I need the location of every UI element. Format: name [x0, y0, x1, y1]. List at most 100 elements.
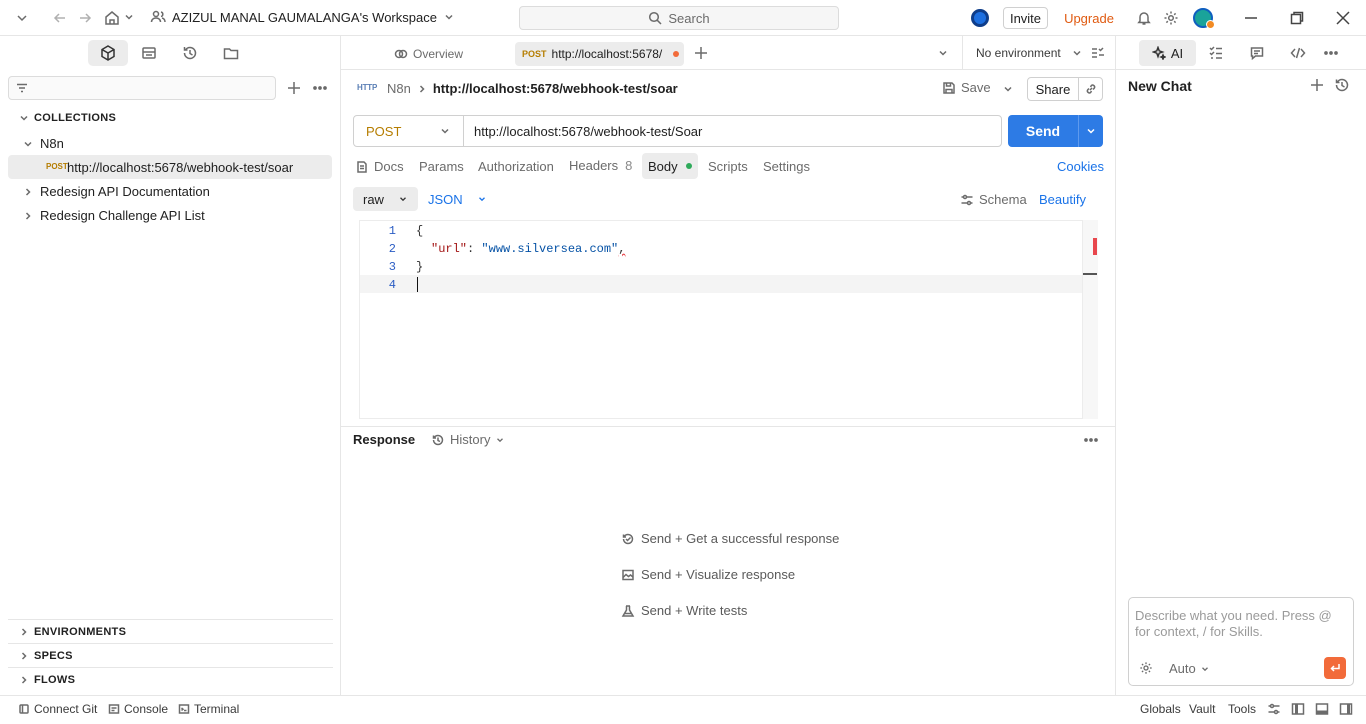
- globals-button[interactable]: Globals: [1140, 702, 1181, 716]
- beautify-button[interactable]: Beautify: [1039, 192, 1086, 207]
- tab-body[interactable]: Body: [642, 153, 698, 179]
- home-icon[interactable]: [103, 9, 121, 27]
- ai-tab[interactable]: AI: [1139, 40, 1196, 66]
- gear-icon[interactable]: [1139, 661, 1153, 675]
- collections-cube-icon[interactable]: [99, 44, 117, 62]
- share-button[interactable]: Share: [1028, 82, 1078, 97]
- tab-docs[interactable]: Docs: [355, 159, 404, 174]
- new-tab-plus-icon[interactable]: [693, 45, 709, 61]
- restore-icon[interactable]: [1289, 10, 1305, 26]
- sidebar-filter-input[interactable]: [8, 76, 276, 100]
- invite-button[interactable]: Invite: [1003, 7, 1048, 29]
- share-button-group: Share: [1027, 77, 1103, 101]
- close-icon[interactable]: [1335, 10, 1351, 26]
- tab-overview[interactable]: Overview: [394, 42, 463, 66]
- more-icon[interactable]: [1083, 432, 1099, 448]
- tab-method: POST: [522, 49, 547, 59]
- send-options-chevron-icon[interactable]: [1078, 115, 1103, 147]
- users-icon: [150, 9, 166, 25]
- specs-section[interactable]: SPECS: [18, 650, 73, 662]
- add-icon[interactable]: [286, 80, 302, 96]
- hint-text: Send + Get a successful response: [641, 531, 840, 546]
- forward-arrow-icon[interactable]: [77, 10, 93, 26]
- bell-icon[interactable]: [1136, 10, 1152, 26]
- code-icon[interactable]: [1290, 45, 1306, 61]
- more-icon[interactable]: [312, 80, 328, 96]
- environments-section[interactable]: ENVIRONMENTS: [18, 626, 126, 638]
- url-bar: POST http://localhost:5678/webhook-test/…: [353, 115, 1002, 147]
- tools-button[interactable]: Tools: [1228, 702, 1256, 716]
- cookies-link[interactable]: Cookies: [1057, 159, 1104, 174]
- editor-scrollbar[interactable]: [1082, 220, 1098, 419]
- tab-headers[interactable]: Headers 8: [569, 158, 632, 173]
- code-open-brace: {: [416, 224, 424, 238]
- chevron-down-icon[interactable]: [14, 10, 30, 26]
- collection-name: N8n: [40, 136, 64, 151]
- more-icon[interactable]: [1323, 45, 1339, 61]
- url-input[interactable]: http://localhost:5678/webhook-test/Soar: [464, 124, 702, 139]
- tabs-dropdown-chevron-icon[interactable]: [937, 47, 949, 59]
- gear-icon[interactable]: [1163, 10, 1179, 26]
- minimize-icon[interactable]: [1243, 10, 1259, 26]
- ai-prompt-placeholder[interactable]: Describe what you need. Press @ for cont…: [1135, 608, 1349, 640]
- hint-write-tests[interactable]: Send + Write tests: [621, 603, 747, 618]
- body-format-select[interactable]: JSON: [428, 192, 487, 207]
- flows-section[interactable]: FLOWS: [18, 674, 75, 686]
- terminal-button[interactable]: Terminal: [178, 702, 239, 716]
- request-title[interactable]: http://localhost:5678/webhook-test/soar: [433, 81, 678, 96]
- workspace-switcher[interactable]: AZIZUL MANAL GAUMALANGA's Workspace: [150, 9, 455, 25]
- environment-select[interactable]: No environment: [976, 46, 1083, 60]
- sliders-icon: [960, 193, 974, 207]
- schema-button[interactable]: Schema: [960, 192, 1027, 207]
- method-select[interactable]: POST: [354, 116, 464, 146]
- hint-visualize-response[interactable]: Send + Visualize response: [621, 567, 795, 582]
- history-icon[interactable]: [181, 44, 199, 62]
- tab-params[interactable]: Params: [419, 159, 464, 174]
- vault-button[interactable]: Vault: [1189, 702, 1215, 716]
- hint-successful-response[interactable]: Send + Get a successful response: [621, 531, 839, 546]
- ai-send-button[interactable]: [1324, 657, 1346, 679]
- request-item-selected[interactable]: POST http://localhost:5678/webhook-test/…: [8, 155, 332, 179]
- comment-icon[interactable]: [1249, 45, 1265, 61]
- connect-git-button[interactable]: Connect Git: [18, 702, 97, 716]
- ai-prompt-box[interactable]: Describe what you need. Press @ for cont…: [1128, 597, 1354, 686]
- collection-redesign-challenge[interactable]: Redesign Challenge API List: [22, 208, 205, 223]
- chevron-down-icon: [443, 11, 455, 23]
- breadcrumb-parent[interactable]: N8n: [387, 81, 411, 96]
- tab-scripts[interactable]: Scripts: [708, 159, 748, 174]
- save-button[interactable]: Save: [942, 80, 991, 95]
- link-icon[interactable]: [1078, 78, 1102, 100]
- tab-active-request[interactable]: POST http://localhost:5678/: [515, 42, 684, 66]
- history-dropdown[interactable]: History: [431, 432, 505, 447]
- layout-left-icon[interactable]: [1291, 702, 1305, 716]
- collections-header[interactable]: COLLECTIONS: [18, 112, 116, 124]
- collection-n8n[interactable]: N8n: [22, 136, 64, 151]
- tab-settings[interactable]: Settings: [763, 159, 810, 174]
- environments-icon[interactable]: [140, 44, 158, 62]
- method-label: POST: [366, 123, 402, 139]
- environment-quicklook-icon[interactable]: [1090, 45, 1106, 61]
- search-bar[interactable]: Search: [519, 6, 839, 30]
- console-button[interactable]: Console: [108, 702, 168, 716]
- body-mode-select[interactable]: raw: [353, 187, 418, 211]
- layout-bottom-icon[interactable]: [1315, 702, 1329, 716]
- tab-authorization[interactable]: Authorization: [478, 159, 554, 174]
- upgrade-button[interactable]: Upgrade: [1056, 7, 1122, 29]
- back-arrow-icon[interactable]: [52, 10, 68, 26]
- add-chat-icon[interactable]: [1309, 77, 1325, 93]
- checklist-icon[interactable]: [1208, 45, 1224, 61]
- settings-sliders-icon[interactable]: [1267, 702, 1281, 716]
- collection-redesign-api-docs[interactable]: Redesign API Documentation: [22, 184, 210, 199]
- folder-icon[interactable]: [222, 44, 240, 62]
- send-button[interactable]: Send: [1008, 123, 1078, 139]
- sync-status-icon[interactable]: [971, 9, 989, 27]
- chat-history-icon[interactable]: [1334, 77, 1350, 93]
- line-number: 3: [388, 260, 396, 274]
- save-icon: [942, 81, 956, 95]
- save-options-chevron-icon[interactable]: [1002, 83, 1014, 95]
- layout-right-icon[interactable]: [1339, 702, 1353, 716]
- chevron-down-icon[interactable]: [123, 11, 135, 23]
- tab-label: Docs: [374, 159, 404, 174]
- tab-label: Overview: [413, 47, 464, 61]
- ai-mode-select[interactable]: Auto: [1169, 661, 1210, 676]
